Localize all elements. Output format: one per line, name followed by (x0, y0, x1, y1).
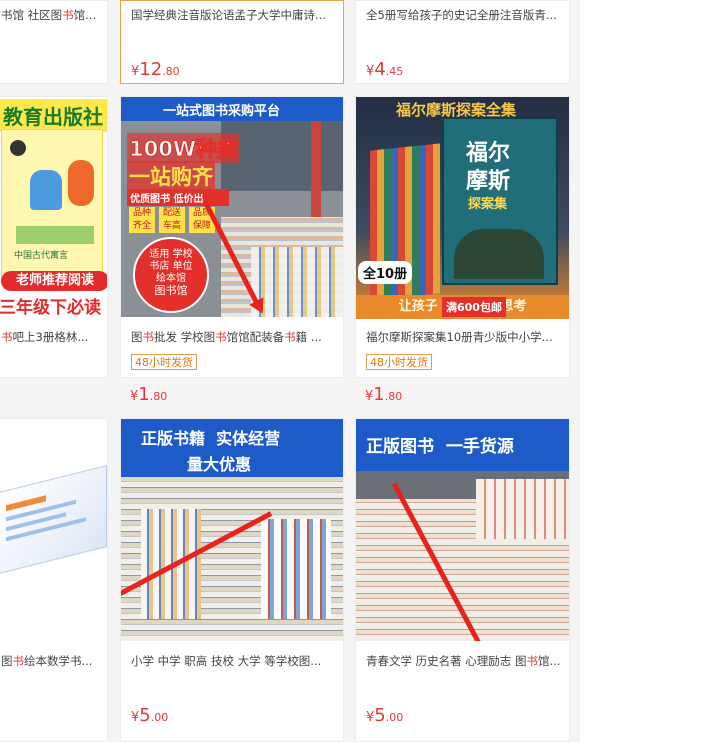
title-text: 吧上3册格林... (12, 330, 89, 344)
price: ¥4.45 (366, 59, 403, 80)
recommend-band: 老师推荐阅读 (1, 271, 107, 291)
product-card-guoxue[interactable]: 国学经典注音版论语孟子大学中庸诗... ¥12.80 (120, 0, 344, 84)
title-highlight: 书 (1, 330, 13, 344)
price-integer: 5 (374, 705, 386, 726)
count-badge: 全10册 (358, 261, 413, 284)
price-integer: 5 (139, 705, 151, 726)
page-gutter (580, 0, 720, 742)
book-cover: 中国古代寓言 (1, 129, 103, 281)
price: ¥1.80 (365, 384, 402, 405)
price-decimal: .45 (385, 65, 404, 78)
banner-text: 一站式图书采购平台 (163, 104, 281, 119)
illustration (68, 160, 94, 206)
illustration (16, 226, 94, 244)
feature-tag: 配送车高 (159, 207, 185, 233)
headline-text: 100W种类 (127, 133, 240, 163)
headline-text: 一站购齐 (127, 161, 215, 191)
title-text: 批发 学校图 (154, 330, 216, 344)
banner-text: 正版书籍 实体经营 (141, 429, 281, 448)
book-pile (261, 519, 331, 619)
product-card-warehouse[interactable]: 正版图书 一手货源 青春文学 历史名著 心理励志 图书馆... ¥5.00 (355, 418, 570, 742)
title-text: 图 (131, 330, 143, 344)
cover-title: 摩斯 (466, 169, 511, 194)
price-integer: 4 (374, 59, 386, 80)
price-integer: 1 (138, 384, 150, 405)
product-title[interactable]: 图书批发 学校图书馆馆配装备书籍 ... (131, 329, 335, 345)
price-decimal: .00 (150, 711, 169, 724)
title-highlight: 书 (526, 654, 538, 668)
title-text: 书馆 社区图 (1, 8, 63, 22)
product-image[interactable]: 教育出版社 中国古代寓言 老师推荐阅读 三年级下必读 (0, 97, 107, 317)
product-title[interactable]: 全5册写给孩子的史记全册注音版青... (366, 7, 561, 23)
product-title[interactable]: 国学经典注音版论语孟子大学中庸诗... (131, 7, 335, 23)
product-title[interactable]: 书馆 社区图书馆... (1, 7, 99, 23)
price: ¥5.00 (366, 705, 403, 726)
logo-icon (10, 140, 26, 156)
product-image[interactable]: 一站式图书采购平台 100W种类 一站购齐 优质图书 低价出 品种齐全 配送车高… (121, 97, 343, 317)
price-decimal: .80 (149, 390, 168, 403)
title-text: 绘本数学书... (24, 654, 93, 668)
workbook-illustration (0, 465, 107, 575)
product-title[interactable]: 书吧上3册格林... (1, 329, 99, 345)
usage-text: 适用 学校 (149, 249, 193, 260)
price: ¥12.80 (131, 59, 180, 80)
title-highlight: 书 (62, 8, 74, 22)
book-cover: 福尔 摩斯 探案集 (442, 117, 558, 285)
product-image[interactable]: 正版书籍 实体经营 量大优惠 (121, 419, 343, 641)
book-pile (476, 479, 569, 539)
title-text: 馆... (73, 8, 97, 22)
price-decimal: .80 (384, 390, 403, 403)
product-image[interactable]: 正版图书 一手货源 (356, 419, 569, 641)
product-title[interactable]: 福尔摩斯探案集10册青少版中小学... (366, 329, 561, 345)
title-text: 馆... (537, 654, 561, 668)
shipping-badge: 48小时发货 (131, 354, 197, 370)
price-decimal: .00 (385, 711, 404, 724)
price: ¥5.00 (131, 705, 168, 726)
title-text: 馆馆配装备 (226, 330, 285, 344)
shipping-tag: 满600包邮 (442, 297, 506, 317)
usage-text: 书店 单位 (149, 261, 193, 272)
shipping-badge: 48小时发货 (366, 354, 432, 370)
banner-text: 量大优惠 (187, 455, 252, 474)
product-card-left-3[interactable]: 图书绘本数学书... (0, 418, 108, 742)
illustration (30, 170, 62, 210)
product-card-sherlock[interactable]: 福尔摩斯探案全集 福尔 摩斯 探案集 全10册 让孩子 样思考 满600包邮 福… (355, 96, 570, 378)
product-image[interactable]: 福尔摩斯探案全集 福尔 摩斯 探案集 全10册 让孩子 样思考 满600包邮 (356, 97, 569, 319)
title-highlight: 书 (215, 330, 227, 344)
cover-illustration (454, 229, 544, 279)
product-title[interactable]: 青春文学 历史名著 心理励志 图书馆... (366, 653, 561, 669)
product-card-book-wholesale[interactable]: 一站式图书采购平台 100W种类 一站购齐 优质图书 低价出 品种齐全 配送车高… (120, 96, 344, 378)
title-highlight: 书 (284, 330, 296, 344)
feature-tag: 品种齐全 (129, 207, 155, 233)
product-card-left-1[interactable]: 书馆 社区图书馆... (0, 0, 108, 84)
product-card-school-books[interactable]: 正版书籍 实体经营 量大优惠 小学 中学 职高 技校 大学 等学校图... ¥5… (120, 418, 344, 742)
price-integer: 12 (139, 59, 163, 80)
subhead-band: 优质图书 低价出 (127, 189, 229, 206)
book-title: 中国古代寓言 (14, 251, 69, 261)
grade-band: 三年级下必读 (0, 298, 101, 317)
price: ¥1.80 (130, 384, 167, 405)
publisher-banner: 教育出版社 (0, 99, 107, 132)
title-text: 籍 ... (295, 330, 322, 344)
title-highlight: 书 (142, 330, 155, 344)
title-text: 青春文学 历史名著 心理励志 图 (366, 654, 527, 668)
title-text: 图 (1, 654, 13, 668)
cover-subtitle: 探案集 (468, 197, 508, 212)
usage-text: 图书馆 (154, 284, 188, 297)
price-decimal: .80 (162, 65, 180, 78)
product-card-shiji[interactable]: 全5册写给孩子的史记全册注音版青... ¥4.45 (355, 0, 570, 84)
banner-text: 正版图书 一手货源 (366, 437, 514, 457)
warehouse-pillar (311, 121, 321, 231)
title-highlight: 书 (12, 654, 25, 668)
product-title[interactable]: 图书绘本数学书... (1, 653, 99, 669)
product-card-left-2[interactable]: 教育出版社 中国古代寓言 老师推荐阅读 三年级下必读 书吧上3册格林... (0, 96, 108, 378)
product-title[interactable]: 小学 中学 职高 技校 大学 等学校图... (131, 653, 335, 669)
usage-circle: 适用 学校 书店 单位 绘本馆 图书馆 (133, 237, 209, 313)
price-integer: 1 (373, 384, 385, 405)
product-image[interactable] (0, 419, 107, 641)
